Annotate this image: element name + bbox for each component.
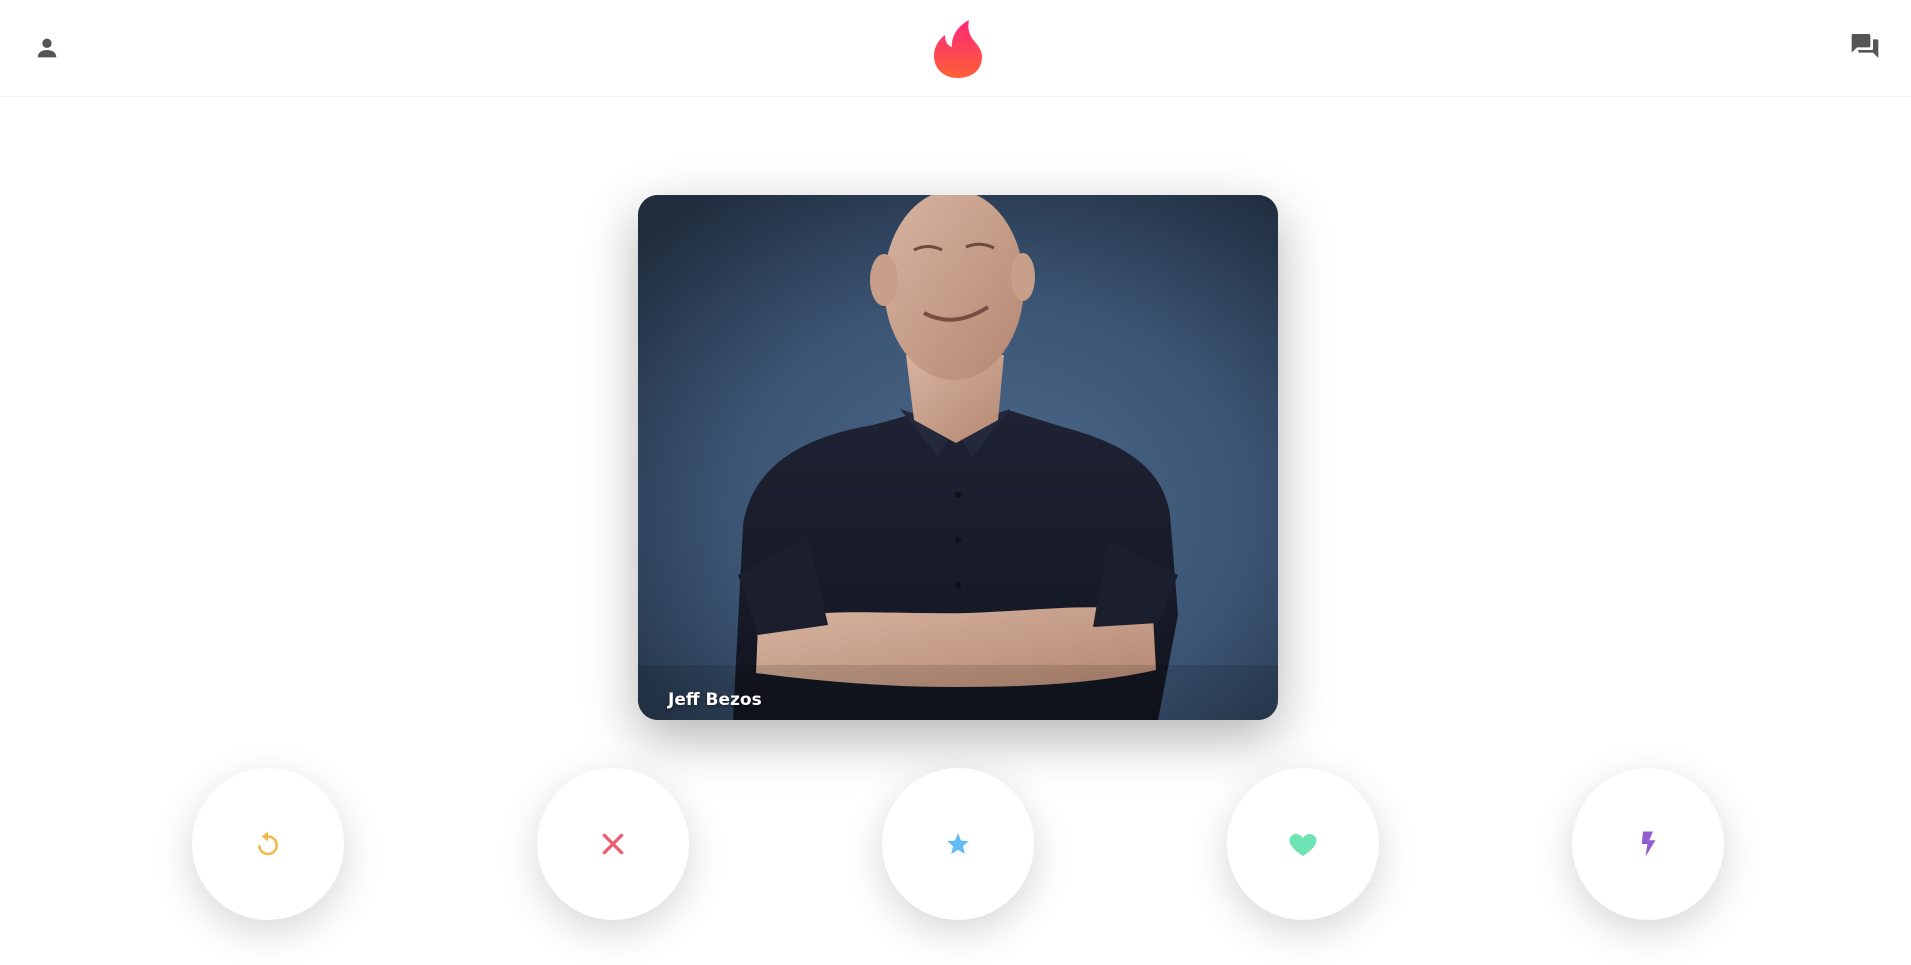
person-icon <box>37 38 57 58</box>
profile-card[interactable]: Jeff Bezos <box>638 195 1278 720</box>
profile-photo <box>638 195 1278 720</box>
swipe-actions <box>0 768 1911 920</box>
flame-logo-icon <box>934 20 982 78</box>
lightning-icon <box>1641 831 1656 857</box>
super-like-button[interactable] <box>882 768 1034 920</box>
profile-button[interactable] <box>23 24 71 72</box>
chat-bubbles-icon <box>1851 34 1879 58</box>
replay-icon <box>258 831 278 856</box>
top-bar <box>0 0 1911 97</box>
app-logo[interactable] <box>930 18 986 80</box>
boost-button[interactable] <box>1572 768 1724 920</box>
star-icon <box>947 833 969 854</box>
nope-button[interactable] <box>537 768 689 920</box>
close-icon <box>602 833 624 855</box>
profile-name: Jeff Bezos <box>668 690 762 710</box>
heart-icon <box>1289 834 1317 856</box>
messages-button[interactable] <box>1841 22 1889 70</box>
rewind-button[interactable] <box>192 768 344 920</box>
card-stack: Jeff Bezos <box>0 97 1911 737</box>
like-button[interactable] <box>1227 768 1379 920</box>
